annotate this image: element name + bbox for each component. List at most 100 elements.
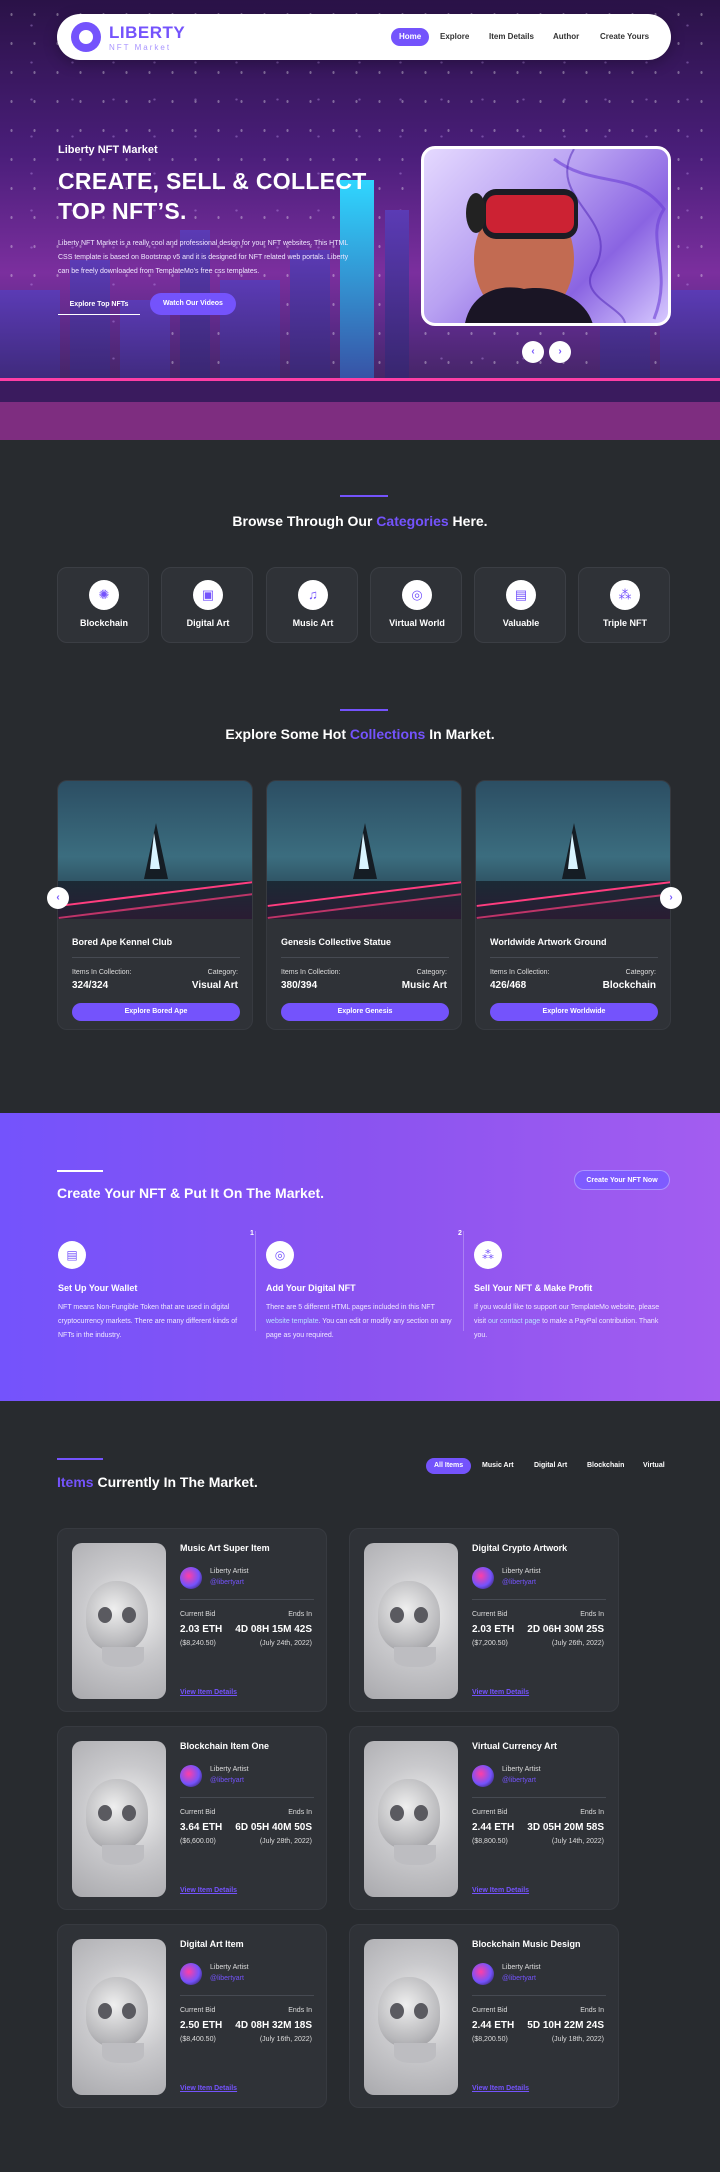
explore-bored-ape-button[interactable]: Explore Bored Ape: [72, 1003, 240, 1021]
artist-name: Liberty Artist: [502, 1766, 541, 1773]
hero-next-arrow[interactable]: ›: [549, 341, 571, 363]
market-item-card: Blockchain Item One Liberty Artist @libert…: [57, 1726, 327, 1910]
current-bid-label: Current Bid: [180, 1809, 216, 1816]
section-divider: [57, 1458, 103, 1460]
view-item-details-link[interactable]: View Item Details: [472, 1689, 529, 1696]
collections-next-arrow[interactable]: ›: [660, 887, 682, 909]
skull-artwork-image[interactable]: [72, 1543, 166, 1699]
bid-usd-value: ($8,240.50): [180, 1640, 216, 1647]
items-count: 426/468: [490, 980, 527, 991]
end-date: (July 26th, 2022): [551, 1640, 604, 1647]
explore-genesis-button[interactable]: Explore Genesis: [281, 1003, 449, 1021]
skull-artwork-image[interactable]: [72, 1741, 166, 1897]
ends-in-value: 2D 06H 30M 25S: [527, 1624, 604, 1635]
current-bid-value: 2.50 ETH: [180, 2020, 223, 2031]
item-title: Blockchain Music Design: [472, 1939, 581, 1949]
category-label: Music Art: [292, 618, 334, 628]
categories-title-highlight: Categories: [376, 513, 449, 529]
explore-worldwide-button[interactable]: Explore Worldwide: [490, 1003, 658, 1021]
artist-handle[interactable]: @libertyart: [210, 1579, 244, 1586]
category-virtual-world[interactable]: ◎ Virtual World: [370, 567, 462, 643]
nav-explore[interactable]: Explore: [440, 28, 469, 46]
current-bid-value: 2.44 ETH: [472, 2020, 515, 2031]
category-label: Category:: [625, 969, 656, 976]
nav-create-yours[interactable]: Create Yours: [600, 28, 649, 46]
items-label: Items In Collection:: [490, 969, 550, 976]
category-triple-nft[interactable]: ⁂ Triple NFT: [578, 567, 670, 643]
step-desc-a: There are 5 different HTML pages include…: [266, 1304, 435, 1311]
category-digital-art[interactable]: ▣ Digital Art: [161, 567, 253, 643]
wallet-icon: ▤: [506, 580, 536, 610]
view-item-details-link[interactable]: View Item Details: [472, 1887, 529, 1894]
category-music-art[interactable]: ♫ Music Art: [266, 567, 358, 643]
categories-title: Browse Through Our Categories Here.: [0, 513, 720, 529]
filter-blockchain[interactable]: Blockchain: [587, 1458, 624, 1474]
item-title: Virtual Currency Art: [472, 1741, 558, 1751]
image-icon: ▣: [193, 580, 223, 610]
nav-author[interactable]: Author: [553, 28, 579, 46]
section-divider: [340, 709, 388, 711]
collections-prev-arrow[interactable]: ‹: [47, 887, 69, 909]
watch-videos-button[interactable]: Watch Our Videos: [150, 293, 236, 315]
artist-handle[interactable]: @libertyart: [502, 1777, 536, 1784]
logo-icon[interactable]: [71, 22, 101, 52]
collections-title: Explore Some Hot Collections In Market.: [0, 726, 720, 742]
artist-handle[interactable]: @libertyart: [210, 1975, 244, 1982]
avatar: [180, 1963, 202, 1985]
category-label: Digital Art: [186, 618, 230, 628]
category-valuable[interactable]: ▤ Valuable: [474, 567, 566, 643]
skull-artwork-image[interactable]: [364, 1543, 458, 1699]
current-bid-label: Current Bid: [180, 2007, 216, 2014]
filter-music-art[interactable]: Music Art: [482, 1458, 514, 1474]
section-divider: [340, 495, 388, 497]
artist-handle[interactable]: @libertyart: [502, 1579, 536, 1586]
bid-usd-value: ($8,200.50): [472, 2036, 508, 2043]
current-bid-label: Current Bid: [472, 1809, 508, 1816]
item-title: Music Art Super Item: [180, 1543, 270, 1553]
hero-kicker: Liberty NFT Market: [58, 144, 158, 156]
avatar: [180, 1567, 202, 1589]
view-item-details-link[interactable]: View Item Details: [180, 2085, 237, 2092]
view-item-details-link[interactable]: View Item Details: [472, 2085, 529, 2092]
hero-prev-arrow[interactable]: ‹: [522, 341, 544, 363]
artist-handle[interactable]: @libertyart: [502, 1975, 536, 1982]
nodes-icon: ⁂: [610, 580, 640, 610]
section-divider: [57, 1170, 103, 1172]
market-title: Items Currently In The Market.: [57, 1474, 258, 1490]
artist-name: Liberty Artist: [210, 1568, 249, 1575]
current-bid-value: 2.44 ETH: [472, 1822, 515, 1833]
view-item-details-link[interactable]: View Item Details: [180, 1689, 237, 1696]
create-your-nft-button[interactable]: Create Your NFT Now: [574, 1170, 670, 1190]
nav-home[interactable]: Home: [391, 28, 430, 46]
market-item-card: Digital Art Item Liberty Artist @libertyar…: [57, 1924, 327, 2108]
collection-category: Music Art: [401, 980, 447, 991]
avatar: [180, 1765, 202, 1787]
ends-in-value: 5D 10H 22M 24S: [527, 2020, 604, 2031]
collection-name: Genesis Collective Statue: [281, 937, 392, 947]
skull-artwork-image[interactable]: [364, 1741, 458, 1897]
filter-all-items[interactable]: All Items: [426, 1458, 472, 1474]
vr-headset-person-illustration: [465, 149, 666, 323]
category-label: Category:: [416, 969, 447, 976]
hero-section: LIBERTY NFT Market Home Explore Item Det…: [0, 0, 720, 440]
contact-page-link[interactable]: our contact page: [488, 1318, 540, 1325]
avatar: [472, 1765, 494, 1787]
filter-digital-art[interactable]: Digital Art: [534, 1458, 567, 1474]
nodes-icon: ⁂: [474, 1241, 502, 1269]
explore-top-nfts-button[interactable]: Explore Top NFTs: [58, 295, 140, 315]
category-blockchain[interactable]: ✺ Blockchain: [57, 567, 149, 643]
filter-virtual[interactable]: Virtual: [643, 1458, 665, 1474]
nav-item-details[interactable]: Item Details: [489, 28, 534, 46]
artist-name: Liberty Artist: [502, 1568, 541, 1575]
view-item-details-link[interactable]: View Item Details: [180, 1887, 237, 1894]
website-template-link[interactable]: website template: [266, 1318, 319, 1325]
categories-title-a: Browse Through Our: [232, 513, 377, 529]
current-bid-label: Current Bid: [472, 2007, 508, 2014]
skull-artwork-image[interactable]: [72, 1939, 166, 2095]
market-title-highlight: Items: [57, 1474, 94, 1490]
skull-artwork-image[interactable]: [364, 1939, 458, 2095]
bid-usd-value: ($7,200.50): [472, 1640, 508, 1647]
artist-handle[interactable]: @libertyart: [210, 1777, 244, 1784]
logo-title[interactable]: LIBERTY: [109, 23, 185, 43]
ends-in-label: Ends In: [580, 1611, 604, 1618]
